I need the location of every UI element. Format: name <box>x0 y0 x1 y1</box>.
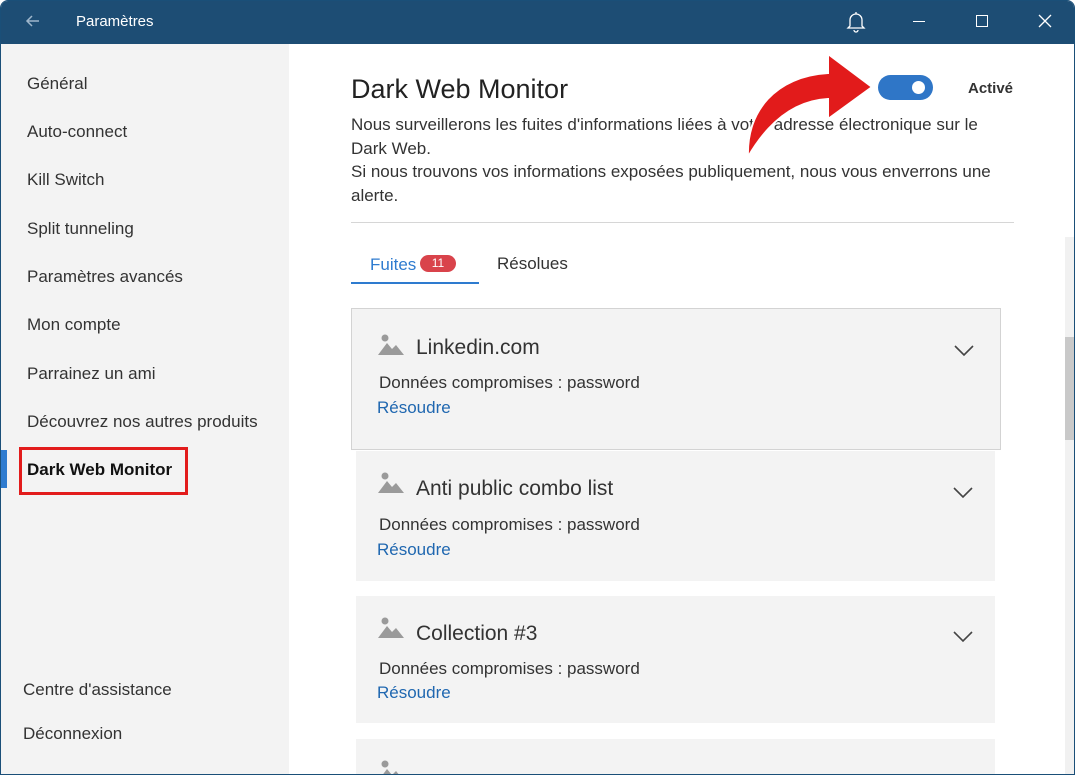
image-placeholder-icon <box>378 617 404 638</box>
minimize-button[interactable] <box>913 21 925 22</box>
description-line-1: Nous surveillerons les fuites d'informat… <box>351 115 978 158</box>
sidebar-item-logout[interactable]: Déconnexion <box>23 724 122 744</box>
breach-name: Collection #3 <box>416 622 538 645</box>
sidebar-item-advanced-settings[interactable]: Paramètres avancés <box>27 267 183 287</box>
scrollbar-thumb[interactable] <box>1065 337 1074 440</box>
close-button[interactable] <box>1037 13 1053 29</box>
app-window: Paramètres Général Auto-connect Kill Swi… <box>0 0 1075 775</box>
toggle-knob <box>912 81 925 94</box>
description: Nous surveillerons les fuites d'informat… <box>351 113 1011 207</box>
tab-leaks-label: Fuites <box>370 255 417 274</box>
title-bar: Paramètres <box>1 1 1074 44</box>
chevron-down-icon[interactable] <box>954 345 974 357</box>
divider <box>351 222 1014 223</box>
back-arrow-icon[interactable] <box>23 11 43 31</box>
sidebar-item-refer-friend[interactable]: Parrainez un ami <box>27 364 156 384</box>
sidebar-item-help-center[interactable]: Centre d'assistance <box>23 680 172 700</box>
breach-data: Données compromises : password <box>379 659 640 678</box>
breach-card[interactable]: Collection #3 Données compromises : pass… <box>356 596 995 723</box>
sidebar-item-kill-switch[interactable]: Kill Switch <box>27 170 104 190</box>
tab-resolved[interactable]: Résolues <box>497 254 568 274</box>
image-placeholder-icon <box>378 334 404 355</box>
image-placeholder-icon <box>378 472 404 493</box>
chevron-down-icon[interactable] <box>953 487 973 499</box>
sidebar-item-general[interactable]: Général <box>27 74 87 94</box>
annotation-highlight-box <box>19 447 188 495</box>
breach-card[interactable]: Anti public combo list Données compromis… <box>356 451 995 581</box>
chevron-down-icon[interactable] <box>953 631 973 643</box>
image-placeholder-icon <box>381 760 399 774</box>
annotation-arrow-icon <box>746 52 874 161</box>
sidebar: Général Auto-connect Kill Switch Split t… <box>1 44 289 774</box>
main-content: Dark Web Monitor Activé Nous surveillero… <box>289 44 1074 774</box>
toggle-label: Activé <box>968 80 1014 97</box>
tab-leaks[interactable]: Fuites 11 <box>351 254 479 284</box>
breach-data: Données compromises : password <box>379 515 640 534</box>
sidebar-item-split-tunneling[interactable]: Split tunneling <box>27 219 134 239</box>
active-indicator <box>1 450 7 488</box>
bell-icon[interactable] <box>846 11 866 33</box>
breach-name: Anti public combo list <box>416 477 614 500</box>
breach-card-partial[interactable] <box>356 739 995 774</box>
sidebar-item-other-products[interactable]: Découvrez nos autres produits <box>27 412 258 432</box>
resolve-link[interactable]: Résoudre <box>377 540 451 560</box>
leaks-count-badge: 11 <box>420 255 456 272</box>
resolve-link[interactable]: Résoudre <box>377 683 451 703</box>
resolve-link[interactable]: Résoudre <box>377 398 451 418</box>
sidebar-item-my-account[interactable]: Mon compte <box>27 315 121 335</box>
window-title: Paramètres <box>76 13 154 30</box>
sidebar-item-auto-connect[interactable]: Auto-connect <box>27 122 127 142</box>
breach-card[interactable]: Linkedin.com Données compromises : passw… <box>351 308 1001 450</box>
breach-data: Données compromises : password <box>379 373 640 392</box>
page-title: Dark Web Monitor <box>351 74 569 104</box>
maximize-button[interactable] <box>976 15 988 27</box>
description-line-2: Si nous trouvons vos informations exposé… <box>351 162 991 205</box>
scrollbar[interactable] <box>1065 237 1074 774</box>
monitor-toggle[interactable] <box>878 75 933 100</box>
breach-name: Linkedin.com <box>416 336 540 359</box>
